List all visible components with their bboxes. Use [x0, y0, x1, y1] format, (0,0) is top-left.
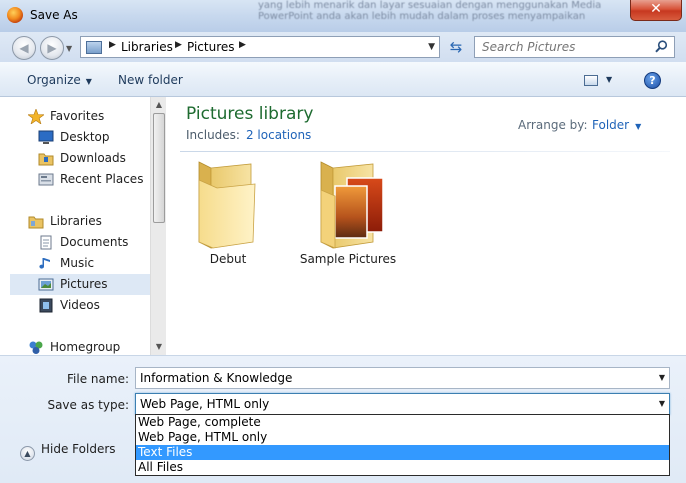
desktop-icon [38, 130, 54, 144]
arrange-by-label: Arrange by: [518, 118, 588, 132]
header-divider [180, 151, 670, 152]
pictures-icon [38, 278, 54, 291]
nav-label: Music [60, 256, 95, 270]
nav-label: Homegroup [50, 340, 121, 354]
dropdown-option[interactable]: Web Page, HTML only [136, 430, 669, 445]
search-input[interactable] [475, 37, 655, 57]
library-title: Pictures library [186, 104, 314, 124]
command-toolbar: Organize ▼ New folder ▼ ? [0, 62, 686, 97]
videos-icon [39, 298, 53, 313]
nav-item-documents[interactable]: Documents [10, 232, 150, 253]
new-folder-button[interactable]: New folder [118, 73, 183, 87]
scroll-down-icon[interactable]: ▼ [151, 339, 167, 355]
chevron-down-icon: ▼ [635, 122, 642, 131]
chevron-down-icon[interactable]: ▼ [659, 399, 665, 408]
dropdown-option[interactable]: All Files [136, 460, 669, 475]
save-as-type-value: Web Page, HTML only [140, 397, 270, 411]
nav-item-recent-places[interactable]: Recent Places [10, 169, 150, 190]
nav-label: Videos [60, 298, 100, 312]
recent-places-icon [38, 173, 54, 186]
search-box[interactable] [474, 36, 675, 58]
back-arrow-icon: ◀ [19, 41, 29, 55]
locations-link[interactable]: 2 locations [246, 128, 311, 142]
address-dropdown-icon[interactable]: ▼ [428, 42, 435, 52]
nav-label: Downloads [60, 151, 126, 165]
back-button[interactable]: ◀ [12, 36, 36, 60]
file-name-value: Information & Knowledge [140, 371, 293, 385]
chevron-down-icon: ▼ [85, 77, 92, 86]
nav-item-libraries[interactable]: Libraries [10, 211, 150, 232]
breadcrumb-separator-icon[interactable]: ▶ [239, 40, 246, 50]
empty-folder-icon [198, 161, 256, 249]
organize-button[interactable]: Organize ▼ [27, 73, 92, 87]
nav-item-desktop[interactable]: Desktop [10, 127, 150, 148]
navigation-pane: Favorites Desktop Downloads Recent Place… [10, 97, 150, 355]
star-icon [28, 109, 44, 124]
breadcrumb-libraries[interactable]: Libraries [121, 40, 173, 54]
save-as-type-select[interactable]: Web Page, HTML only ▼ [135, 393, 670, 415]
scroll-up-icon[interactable]: ▲ [151, 97, 167, 113]
search-icon[interactable] [655, 40, 668, 53]
change-view-icon[interactable] [584, 75, 598, 86]
includes-label: Includes: [186, 128, 240, 142]
dropdown-option[interactable]: Web Page, complete [136, 415, 669, 430]
hide-folders-button[interactable]: ▲ Hide Folders [20, 442, 116, 461]
nav-label: Documents [60, 235, 129, 249]
chevron-up-icon: ▲ [20, 446, 35, 461]
help-button[interactable]: ? [644, 72, 661, 89]
breadcrumb-separator-icon[interactable]: ▶ [175, 40, 182, 50]
dropdown-option-highlighted[interactable]: Text Files [136, 445, 669, 460]
address-row: ◀ ▶ ▼ ▶ Libraries ▶ Pictures ▶ ▼ ⇆ [0, 32, 686, 62]
nav-label: Libraries [50, 214, 102, 228]
close-button[interactable]: ✕ [630, 0, 682, 21]
nav-scrollbar[interactable]: ▲ ▼ [150, 97, 166, 355]
documents-icon [40, 235, 52, 250]
scroll-thumb[interactable] [153, 113, 165, 223]
forward-arrow-icon: ▶ [47, 41, 57, 55]
content-pane: Pictures library Includes: 2 locations Ar… [166, 97, 675, 355]
file-name-label: File name: [67, 372, 129, 386]
nav-item-downloads[interactable]: Downloads [10, 148, 150, 169]
background-window-text: yang lebih menarik dan layar sesuaian de… [258, 0, 602, 22]
nav-item-favorites[interactable]: Favorites [10, 106, 150, 127]
address-bar[interactable]: ▶ Libraries ▶ Pictures ▶ ▼ [80, 36, 440, 58]
view-options-chevron-icon[interactable]: ▼ [606, 75, 612, 84]
arrange-by-dropdown[interactable]: Folder ▼ [592, 118, 641, 132]
nav-item-pictures[interactable]: Pictures [10, 274, 150, 295]
file-name-field[interactable]: Information & Knowledge ▼ [135, 367, 670, 389]
nav-item-videos[interactable]: Videos [10, 295, 150, 316]
breadcrumb-separator-icon[interactable]: ▶ [109, 40, 116, 50]
organize-label: Organize [27, 73, 81, 87]
firefox-icon [7, 7, 23, 23]
library-folder-icon [86, 41, 102, 54]
recent-pages-chevron-icon[interactable]: ▼ [66, 44, 72, 53]
homegroup-icon [29, 341, 43, 354]
nav-label: Desktop [60, 130, 110, 144]
music-icon [39, 258, 50, 269]
folder-label: Sample Pictures [299, 252, 397, 266]
folder-label: Debut [209, 252, 247, 266]
breadcrumb-pictures[interactable]: Pictures [187, 40, 235, 54]
nav-label: Recent Places [60, 172, 144, 186]
nav-item-music[interactable]: Music [10, 253, 150, 274]
forward-button[interactable]: ▶ [40, 36, 64, 60]
title-bar: Save As yang lebih menarik dan layar ses… [0, 0, 686, 32]
save-type-dropdown-list: Web Page, complete Web Page, HTML only T… [135, 414, 670, 476]
downloads-folder-icon [38, 153, 54, 166]
refresh-button[interactable]: ⇆ [444, 36, 468, 58]
nav-label: Favorites [50, 109, 105, 123]
chevron-down-icon[interactable]: ▼ [659, 373, 665, 382]
photo-folder-icon [320, 161, 383, 249]
arrange-by-value: Folder [592, 118, 630, 132]
libraries-icon [28, 216, 44, 229]
window-title: Save As [30, 8, 78, 22]
library-includes: Includes: 2 locations [186, 128, 311, 142]
hide-folders-label: Hide Folders [41, 442, 116, 456]
nav-label: Pictures [60, 277, 108, 291]
save-as-type-label: Save as type: [47, 398, 129, 412]
